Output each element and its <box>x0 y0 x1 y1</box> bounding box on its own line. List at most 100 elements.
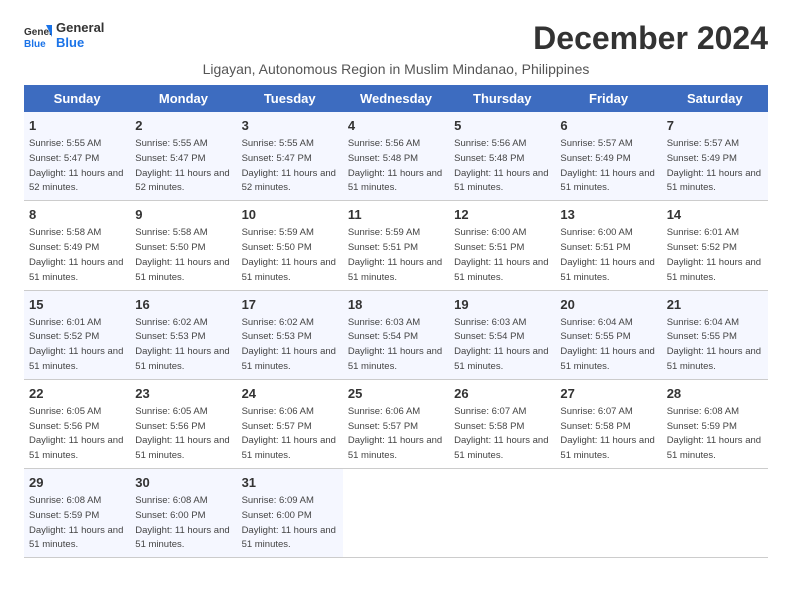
calendar-cell: 1 Sunrise: 5:55 AMSunset: 5:47 PMDayligh… <box>24 112 130 201</box>
calendar-table: SundayMondayTuesdayWednesdayThursdayFrid… <box>24 85 768 558</box>
day-number: 12 <box>454 206 550 224</box>
day-number: 8 <box>29 206 125 224</box>
calendar-header-monday: Monday <box>130 85 236 112</box>
calendar-cell: 26 Sunrise: 6:07 AMSunset: 5:58 PMDaylig… <box>449 379 555 468</box>
day-info: Sunrise: 5:58 AMSunset: 5:49 PMDaylight:… <box>29 227 123 282</box>
calendar-cell <box>662 469 768 558</box>
calendar-cell: 10 Sunrise: 5:59 AMSunset: 5:50 PMDaylig… <box>237 201 343 290</box>
day-number: 14 <box>667 206 763 224</box>
calendar-cell: 28 Sunrise: 6:08 AMSunset: 5:59 PMDaylig… <box>662 379 768 468</box>
day-number: 13 <box>560 206 656 224</box>
day-number: 1 <box>29 117 125 135</box>
day-info: Sunrise: 6:00 AMSunset: 5:51 PMDaylight:… <box>454 227 548 282</box>
calendar-header-sunday: Sunday <box>24 85 130 112</box>
day-number: 10 <box>242 206 338 224</box>
calendar-cell: 3 Sunrise: 5:55 AMSunset: 5:47 PMDayligh… <box>237 112 343 201</box>
day-number: 3 <box>242 117 338 135</box>
day-info: Sunrise: 6:07 AMSunset: 5:58 PMDaylight:… <box>454 406 548 461</box>
day-number: 22 <box>29 385 125 403</box>
calendar-cell: 18 Sunrise: 6:03 AMSunset: 5:54 PMDaylig… <box>343 290 449 379</box>
day-number: 30 <box>135 474 231 492</box>
day-number: 31 <box>242 474 338 492</box>
logo: General Blue General Blue <box>24 20 104 50</box>
calendar-cell: 6 Sunrise: 5:57 AMSunset: 5:49 PMDayligh… <box>555 112 661 201</box>
calendar-cell: 8 Sunrise: 5:58 AMSunset: 5:49 PMDayligh… <box>24 201 130 290</box>
calendar-cell: 24 Sunrise: 6:06 AMSunset: 5:57 PMDaylig… <box>237 379 343 468</box>
day-number: 6 <box>560 117 656 135</box>
day-number: 24 <box>242 385 338 403</box>
page-title: December 2024 <box>533 20 768 57</box>
calendar-header-saturday: Saturday <box>662 85 768 112</box>
day-number: 23 <box>135 385 231 403</box>
day-number: 15 <box>29 296 125 314</box>
calendar-cell: 21 Sunrise: 6:04 AMSunset: 5:55 PMDaylig… <box>662 290 768 379</box>
generalblue-icon: General Blue <box>24 21 52 49</box>
day-info: Sunrise: 6:09 AMSunset: 6:00 PMDaylight:… <box>242 495 336 550</box>
calendar-week-row: 15 Sunrise: 6:01 AMSunset: 5:52 PMDaylig… <box>24 290 768 379</box>
day-info: Sunrise: 6:08 AMSunset: 5:59 PMDaylight:… <box>29 495 123 550</box>
calendar-cell: 4 Sunrise: 5:56 AMSunset: 5:48 PMDayligh… <box>343 112 449 201</box>
calendar-cell: 19 Sunrise: 6:03 AMSunset: 5:54 PMDaylig… <box>449 290 555 379</box>
day-info: Sunrise: 6:01 AMSunset: 5:52 PMDaylight:… <box>667 227 761 282</box>
day-info: Sunrise: 6:08 AMSunset: 5:59 PMDaylight:… <box>667 406 761 461</box>
day-number: 27 <box>560 385 656 403</box>
day-info: Sunrise: 6:04 AMSunset: 5:55 PMDaylight:… <box>667 317 761 372</box>
calendar-cell: 14 Sunrise: 6:01 AMSunset: 5:52 PMDaylig… <box>662 201 768 290</box>
calendar-cell: 12 Sunrise: 6:00 AMSunset: 5:51 PMDaylig… <box>449 201 555 290</box>
day-info: Sunrise: 5:55 AMSunset: 5:47 PMDaylight:… <box>242 138 336 193</box>
calendar-cell: 30 Sunrise: 6:08 AMSunset: 6:00 PMDaylig… <box>130 469 236 558</box>
calendar-cell: 29 Sunrise: 6:08 AMSunset: 5:59 PMDaylig… <box>24 469 130 558</box>
calendar-cell: 2 Sunrise: 5:55 AMSunset: 5:47 PMDayligh… <box>130 112 236 201</box>
calendar-week-row: 8 Sunrise: 5:58 AMSunset: 5:49 PMDayligh… <box>24 201 768 290</box>
calendar-cell: 31 Sunrise: 6:09 AMSunset: 6:00 PMDaylig… <box>237 469 343 558</box>
day-number: 20 <box>560 296 656 314</box>
calendar-week-row: 22 Sunrise: 6:05 AMSunset: 5:56 PMDaylig… <box>24 379 768 468</box>
day-info: Sunrise: 6:06 AMSunset: 5:57 PMDaylight:… <box>242 406 336 461</box>
calendar-cell: 15 Sunrise: 6:01 AMSunset: 5:52 PMDaylig… <box>24 290 130 379</box>
day-info: Sunrise: 6:05 AMSunset: 5:56 PMDaylight:… <box>29 406 123 461</box>
day-info: Sunrise: 6:04 AMSunset: 5:55 PMDaylight:… <box>560 317 654 372</box>
calendar-cell: 17 Sunrise: 6:02 AMSunset: 5:53 PMDaylig… <box>237 290 343 379</box>
calendar-header-thursday: Thursday <box>449 85 555 112</box>
logo-general-text: General <box>56 20 104 35</box>
calendar-cell: 25 Sunrise: 6:06 AMSunset: 5:57 PMDaylig… <box>343 379 449 468</box>
day-number: 4 <box>348 117 444 135</box>
day-info: Sunrise: 6:08 AMSunset: 6:00 PMDaylight:… <box>135 495 229 550</box>
svg-text:General: General <box>24 27 52 38</box>
calendar-cell <box>555 469 661 558</box>
day-info: Sunrise: 5:59 AMSunset: 5:51 PMDaylight:… <box>348 227 442 282</box>
calendar-cell: 20 Sunrise: 6:04 AMSunset: 5:55 PMDaylig… <box>555 290 661 379</box>
day-info: Sunrise: 6:03 AMSunset: 5:54 PMDaylight:… <box>454 317 548 372</box>
calendar-cell: 5 Sunrise: 5:56 AMSunset: 5:48 PMDayligh… <box>449 112 555 201</box>
day-number: 28 <box>667 385 763 403</box>
day-info: Sunrise: 5:58 AMSunset: 5:50 PMDaylight:… <box>135 227 229 282</box>
day-number: 5 <box>454 117 550 135</box>
calendar-cell <box>343 469 449 558</box>
calendar-header-wednesday: Wednesday <box>343 85 449 112</box>
calendar-header-tuesday: Tuesday <box>237 85 343 112</box>
day-number: 7 <box>667 117 763 135</box>
svg-text:Blue: Blue <box>24 39 46 49</box>
day-info: Sunrise: 5:55 AMSunset: 5:47 PMDaylight:… <box>29 138 123 193</box>
day-number: 19 <box>454 296 550 314</box>
day-number: 16 <box>135 296 231 314</box>
day-number: 29 <box>29 474 125 492</box>
day-info: Sunrise: 5:55 AMSunset: 5:47 PMDaylight:… <box>135 138 229 193</box>
calendar-cell: 11 Sunrise: 5:59 AMSunset: 5:51 PMDaylig… <box>343 201 449 290</box>
calendar-cell: 16 Sunrise: 6:02 AMSunset: 5:53 PMDaylig… <box>130 290 236 379</box>
day-info: Sunrise: 5:59 AMSunset: 5:50 PMDaylight:… <box>242 227 336 282</box>
calendar-cell <box>449 469 555 558</box>
calendar-header-friday: Friday <box>555 85 661 112</box>
calendar-cell: 7 Sunrise: 5:57 AMSunset: 5:49 PMDayligh… <box>662 112 768 201</box>
day-number: 11 <box>348 206 444 224</box>
day-number: 21 <box>667 296 763 314</box>
subtitle: Ligayan, Autonomous Region in Muslim Min… <box>24 61 768 77</box>
day-info: Sunrise: 6:07 AMSunset: 5:58 PMDaylight:… <box>560 406 654 461</box>
calendar-header: SundayMondayTuesdayWednesdayThursdayFrid… <box>24 85 768 112</box>
day-number: 18 <box>348 296 444 314</box>
day-info: Sunrise: 6:02 AMSunset: 5:53 PMDaylight:… <box>135 317 229 372</box>
day-number: 9 <box>135 206 231 224</box>
logo-blue-text: Blue <box>56 35 104 50</box>
day-info: Sunrise: 5:56 AMSunset: 5:48 PMDaylight:… <box>454 138 548 193</box>
calendar-cell: 22 Sunrise: 6:05 AMSunset: 5:56 PMDaylig… <box>24 379 130 468</box>
